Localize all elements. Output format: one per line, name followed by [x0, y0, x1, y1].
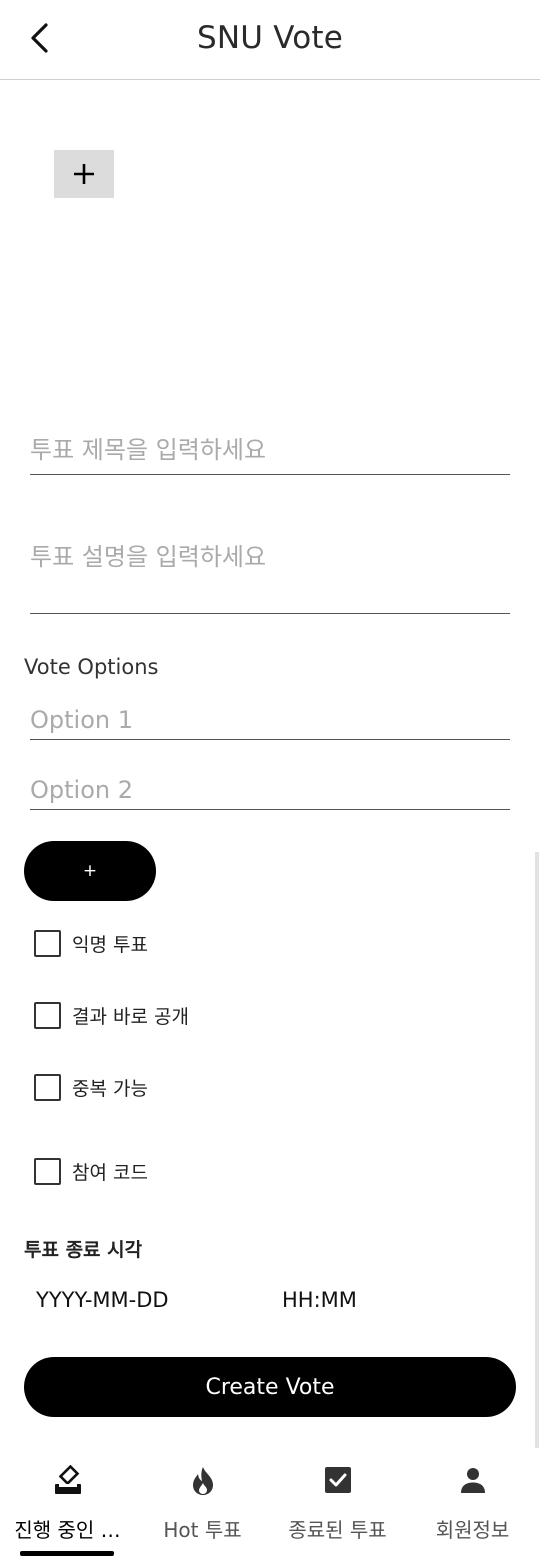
- participation-code-checkbox[interactable]: 참여 코드: [34, 1157, 148, 1185]
- add-option-button[interactable]: +: [24, 841, 156, 901]
- app-header: SNU Vote: [0, 0, 540, 80]
- vote-options-label: Vote Options: [24, 655, 159, 679]
- tab-ended-votes[interactable]: 종료된 투표: [270, 1448, 405, 1556]
- end-time-label: 투표 종료 시각: [24, 1239, 143, 1261]
- fire-icon: [192, 1467, 213, 1495]
- multiple-choice-checkbox[interactable]: 중복 가능: [34, 1073, 148, 1101]
- vote-description-field: [30, 530, 510, 614]
- checkbox-icon[interactable]: [34, 929, 61, 957]
- option-1-input[interactable]: [30, 702, 510, 738]
- page-title: SNU Vote: [196, 20, 343, 56]
- checkbox-label: 익명 투표: [72, 933, 148, 956]
- end-date-input[interactable]: YYYY-MM-DD: [36, 1288, 169, 1312]
- tab-ongoing-votes[interactable]: 진행 중인 …: [0, 1448, 135, 1556]
- scrollbar[interactable]: [535, 852, 539, 1448]
- active-tab-indicator: [20, 1551, 114, 1556]
- tab-member-info[interactable]: 회원정보: [405, 1448, 540, 1556]
- plus-icon: [74, 164, 94, 184]
- tab-hot-votes[interactable]: Hot 투표: [135, 1448, 270, 1556]
- vote-description-input[interactable]: [30, 530, 510, 610]
- checkbox-icon[interactable]: [34, 1157, 61, 1185]
- ballot-box-icon: [54, 1465, 81, 1494]
- tab-label: 회원정보: [435, 1518, 510, 1542]
- option-field-2: [30, 772, 510, 810]
- checkbox-label: 참여 코드: [72, 1161, 148, 1184]
- option-field-1: [30, 702, 510, 740]
- checkbox-label: 결과 바로 공개: [72, 1005, 189, 1028]
- add-image-button[interactable]: [54, 150, 114, 198]
- anonymous-vote-checkbox[interactable]: 익명 투표: [34, 929, 148, 957]
- person-icon: [460, 1468, 485, 1493]
- vote-title-input[interactable]: [30, 428, 510, 472]
- end-time-input[interactable]: HH:MM: [282, 1288, 357, 1312]
- tab-label: Hot 투표: [163, 1518, 242, 1542]
- vote-title-field: [30, 428, 510, 475]
- show-results-checkbox[interactable]: 결과 바로 공개: [34, 1001, 189, 1029]
- tab-label: 종료된 투표: [288, 1518, 387, 1542]
- tab-label: 진행 중인 …: [14, 1518, 121, 1542]
- create-vote-button[interactable]: Create Vote: [24, 1357, 516, 1417]
- checkbox-icon[interactable]: [34, 1001, 61, 1029]
- checkbox-label: 중복 가능: [72, 1077, 148, 1100]
- bottom-tab-bar: 진행 중인 … Hot 투표 종료된 투표 회원정보: [0, 1448, 540, 1556]
- option-2-input[interactable]: [30, 772, 510, 808]
- checkbox-icon[interactable]: [34, 1073, 61, 1101]
- checkbox-checked-icon: [324, 1467, 351, 1493]
